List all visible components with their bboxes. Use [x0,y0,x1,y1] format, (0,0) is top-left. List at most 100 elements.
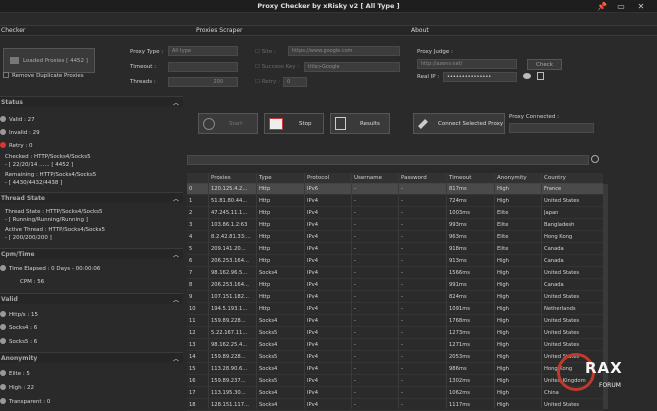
cell-password: - [401,318,403,324]
results-button[interactable]: Results [330,113,390,134]
cell-username: - [354,390,356,396]
cell-country: United States [544,294,580,300]
anonymity-section-header[interactable]: Anonymity ︿ [0,352,183,363]
cell-row-index: 16 [189,378,196,384]
section-headers: Checker Proxies Scraper About [0,25,657,36]
tab-proxies-scraper[interactable]: Proxies Scraper [196,27,243,34]
proxy-connected-label: Proxy Connected : [509,114,560,120]
cell-password: - [401,366,403,372]
close-button[interactable]: ✕ [634,1,648,12]
column-anonymity[interactable]: Anonymity [497,175,527,181]
column-proxies[interactable]: Proxies [211,175,231,181]
checked-stats-values: - [ 22/20/14 ...... [ 4452 ] [5,162,74,168]
cell-proxy-address: 107.151.182... [211,294,249,300]
cell-anonymity: High [497,402,509,408]
cell-username: - [354,186,356,192]
check-button[interactable]: Check [527,59,562,70]
cell-password: - [401,186,403,192]
cell-protocol: IPv4 [307,330,319,336]
search-input[interactable] [187,155,589,165]
cell-country: Canada [544,258,564,264]
cell-proxy-type: Socks4 [259,390,278,396]
cell-proxy-address: 47.245.11.1... [211,210,248,216]
title-bar: Proxy Checker by xRisky v2 [ All Type ] … [0,0,657,13]
real-ip-input[interactable]: ••••••••••••••• [443,72,517,82]
proxy-type-select[interactable]: All type [168,46,238,56]
https-count: Http/s : 15 [0,311,38,318]
cell-protocol: IPv4 [307,234,319,240]
cell-proxy-address: 103.86.1.2:63 [211,222,248,228]
restore-button[interactable]: ▭ [614,1,628,12]
proxy-judge-input[interactable]: http://azenv.net/ [417,59,517,69]
cell-anonymity: High [497,330,509,336]
invalid-count: Invalid : 29 [0,129,40,136]
cell-username: - [354,294,356,300]
cell-row-index: 14 [189,354,196,360]
column-country[interactable]: Country [544,175,566,181]
retry-checkbox[interactable]: ☐ Retry : [255,79,280,85]
site-checkbox[interactable]: ☐ Site : [255,49,276,55]
column-type[interactable]: Type [259,175,272,181]
cell-row-index: 2 [189,210,193,216]
site-input[interactable]: https://www.google.com [288,46,400,56]
status-section-title: Status [1,99,23,106]
connect-selected-proxy-button[interactable]: Connect Selected Proxy [413,113,505,134]
column-protocol[interactable]: Protocol [307,175,329,181]
start-button[interactable]: Start [198,113,258,134]
cell-proxy-type: Socks4 [259,402,278,408]
cell-row-index: 4 [189,234,193,240]
loaded-proxies-button[interactable]: Loaded Proxies [ 4452 ] [3,48,95,73]
cell-row-index: 0 [189,186,193,192]
cell-timeout: 1117ms [449,402,470,408]
stop-button[interactable]: Stop [264,113,324,134]
window-title: Proxy Checker by xRisky v2 [ All Type ] [257,2,400,10]
column-timeout[interactable]: Timeout [449,175,471,181]
pin-icon[interactable]: 📌 [595,1,609,12]
column-password[interactable]: Password [401,175,427,181]
remaining-stats: Remaining : HTTP/Socks4/Socks5 [5,172,97,178]
cell-protocol: IPv4 [307,390,319,396]
cell-country: United States [544,318,580,324]
cell-protocol: IPv4 [307,210,319,216]
column-username[interactable]: Username [354,175,382,181]
collapse-icon[interactable]: ︿ [173,98,179,107]
timeout-input[interactable] [168,62,238,72]
cell-password: - [401,222,403,228]
cell-timeout: 1271ms [449,342,470,348]
cell-password: - [401,258,403,264]
play-icon [203,117,215,130]
connect-label: Connect Selected Proxy [438,120,504,127]
cell-username: - [354,246,356,252]
cell-proxy-type: Socks4 [259,366,278,372]
success-key-checkbox[interactable]: ☐ Success Key : [255,64,299,70]
search-icon[interactable] [591,155,599,163]
cell-anonymity: High [497,282,509,288]
cell-row-index: 12 [189,330,196,336]
success-key-input[interactable]: title>Google [304,62,400,72]
retry-label: Retry : [261,79,280,85]
cell-password: - [401,282,403,288]
cell-protocol: IPv4 [307,342,319,348]
cell-timeout: 1273ms [449,330,470,336]
cell-country: United States [544,270,580,276]
cell-protocol: IPv4 [307,282,319,288]
cell-protocol: IPv4 [307,198,319,204]
cell-username: - [354,342,356,348]
status-section-header[interactable]: Status ︿ [0,96,183,107]
cell-anonymity: High [497,198,509,204]
remove-duplicate-checkbox[interactable]: Remove Duplicate Proxies [3,72,113,79]
cpm-time-section-header[interactable]: Cpm/Time ︿ [0,248,183,259]
thread-state-section-header[interactable]: Thread State ︿ [0,192,183,203]
anonymity-section-title: Anonymity [1,355,38,362]
retry-input[interactable]: 0 [283,77,307,87]
cell-protocol: IPv4 [307,402,319,408]
eye-icon[interactable] [523,73,531,79]
valid-section-header[interactable]: Valid ︿ [0,293,183,304]
cell-username: - [354,234,356,240]
copy-icon[interactable] [537,72,544,80]
tab-checker[interactable]: Checker [1,27,25,34]
tab-about[interactable]: About [411,27,429,34]
threads-input[interactable]: 200 [168,77,238,87]
cell-proxy-type: Socks5 [259,378,278,384]
cell-proxy-address: 120.125.4.2... [211,186,248,192]
